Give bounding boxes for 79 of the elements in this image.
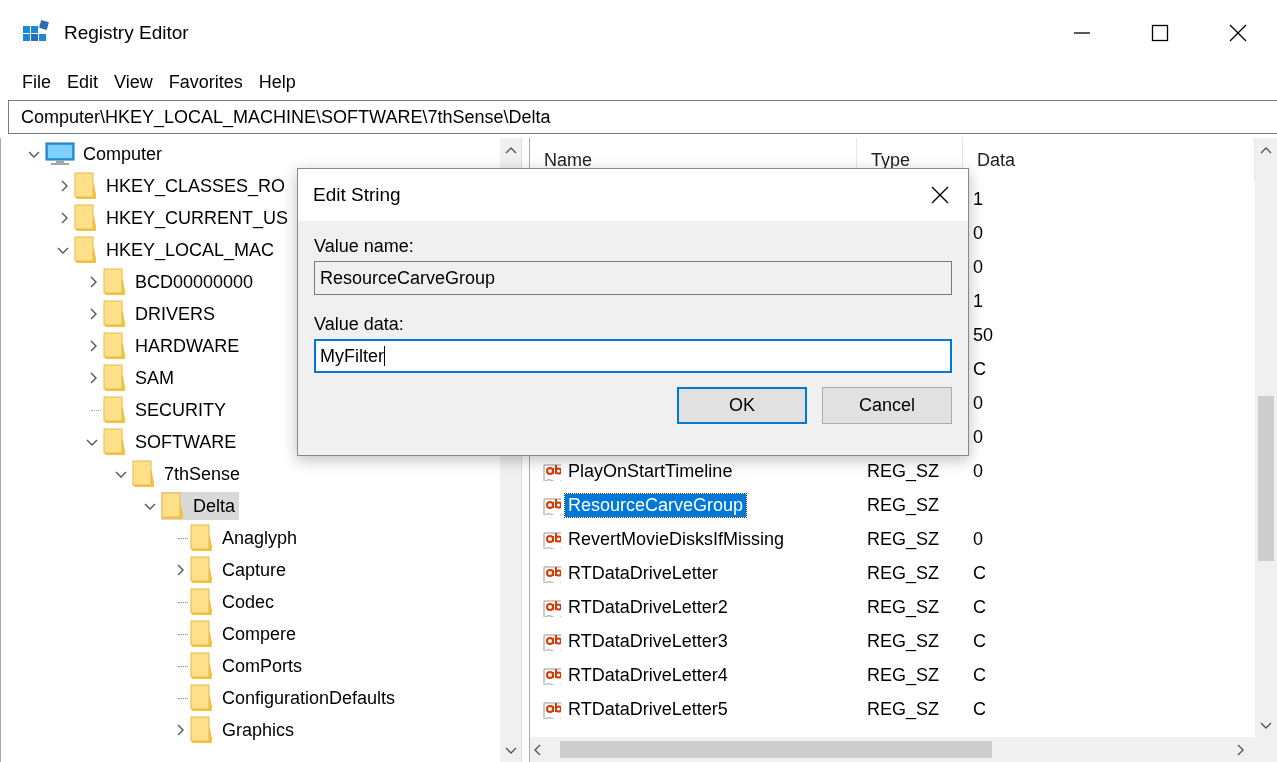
value-name[interactable]: RTDataDriveLetter2 <box>565 595 731 619</box>
string-value-icon <box>542 563 561 583</box>
string-value-icon <box>542 699 561 719</box>
value-type: REG_SZ <box>867 698 940 719</box>
value-data-field[interactable]: MyFilter <box>314 339 952 373</box>
value-name[interactable]: RTDataDriveLetter <box>565 561 721 585</box>
tree-node[interactable]: Computer <box>45 142 167 166</box>
value-data: 0 <box>973 426 983 447</box>
tree-node[interactable]: ComPorts <box>190 652 306 680</box>
tree-node[interactable]: HKEY_CLASSES_RO <box>74 172 290 200</box>
value-name[interactable]: RTDataDriveLetter4 <box>565 663 731 687</box>
tree-node[interactable]: 7thSense <box>132 460 245 488</box>
tree-node[interactable]: HKEY_CURRENT_US <box>74 204 293 232</box>
value-data: C <box>973 562 986 583</box>
close-icon[interactable] <box>1228 23 1248 43</box>
value-data: 0 <box>973 256 983 277</box>
value-data: C <box>973 664 986 685</box>
value-type: REG_SZ <box>867 664 940 685</box>
value-name[interactable]: ResourceCarveGroup <box>565 493 747 517</box>
value-type: REG_SZ <box>867 528 940 549</box>
tree-node[interactable]: ConfigurationDefaults <box>190 684 400 712</box>
value-data: 0 <box>973 528 983 549</box>
string-value-icon <box>542 665 561 685</box>
tree-node[interactable]: SOFTWARE <box>103 428 241 456</box>
vertical-scrollbar[interactable] <box>1255 138 1277 737</box>
value-data: C <box>973 358 986 379</box>
menu-item[interactable]: Help <box>250 71 304 93</box>
value-data: 0 <box>973 392 983 413</box>
tree-node[interactable]: SECURITY <box>103 396 230 424</box>
value-name[interactable]: RTDataDriveLetter3 <box>565 629 731 653</box>
value-data: 0 <box>973 222 983 243</box>
value-data: 1 <box>973 188 983 209</box>
scrollbar-thumb[interactable] <box>1258 396 1274 561</box>
value-data: 0 <box>973 460 983 481</box>
string-value-icon <box>542 529 561 549</box>
maximize-icon[interactable] <box>1150 23 1170 43</box>
menu-item[interactable]: File <box>14 71 59 93</box>
dialog-title: Edit String <box>313 184 401 206</box>
string-value-icon <box>542 631 561 651</box>
value-name[interactable]: RevertMovieDisksIfMissing <box>565 527 788 551</box>
menu-item[interactable]: Edit <box>59 71 107 93</box>
tree-node[interactable]: HKEY_LOCAL_MAC <box>74 236 279 264</box>
field-label: Value name: <box>314 234 415 258</box>
value-data: 1 <box>973 290 983 311</box>
value-name-field[interactable]: ResourceCarveGroup <box>314 261 952 295</box>
value-type: REG_SZ <box>867 630 940 651</box>
value-data: 50 <box>973 324 994 345</box>
value-type: REG_SZ <box>867 562 940 583</box>
value-type: REG_SZ <box>867 596 940 617</box>
value-name[interactable]: PlayOnStartTimeline <box>565 459 736 483</box>
value-data: C <box>973 698 986 719</box>
tree-node[interactable]: DRIVERS <box>103 300 219 328</box>
dialog-button[interactable]: OK <box>677 387 807 424</box>
menu-item[interactable]: Favorites <box>160 71 251 93</box>
tree-node[interactable]: Compere <box>190 620 301 648</box>
field-label: Value data: <box>314 312 405 336</box>
address-bar[interactable]: Computer\HKEY_LOCAL_MACHINE\SOFTWARE\7thSense\Delta <box>8 100 1277 134</box>
string-value-icon <box>542 495 561 515</box>
window-title: Registry Editor <box>64 22 189 44</box>
tree-node[interactable]: Capture <box>190 556 291 584</box>
string-value-icon <box>542 597 561 617</box>
dialog-button[interactable]: Cancel <box>822 387 952 424</box>
tree-node[interactable]: Graphics <box>190 716 299 744</box>
tree-node[interactable]: Delta <box>161 492 240 520</box>
value-name[interactable]: RTDataDriveLetter5 <box>565 697 731 721</box>
value-data: C <box>973 630 986 651</box>
tree-node[interactable]: HARDWARE <box>103 332 244 360</box>
value-type: REG_SZ <box>867 460 940 481</box>
value-type: REG_SZ <box>867 494 940 515</box>
tree-node[interactable]: Codec <box>190 588 279 616</box>
horizontal-scrollbar[interactable] <box>530 737 1277 762</box>
scrollbar-thumb[interactable] <box>560 741 992 758</box>
value-data: C <box>973 596 986 617</box>
close-icon[interactable] <box>930 185 950 205</box>
string-value-icon <box>542 461 561 481</box>
tree-node[interactable]: Anaglyph <box>190 524 302 552</box>
menu-item[interactable]: View <box>106 71 161 93</box>
tree-node[interactable]: SAM <box>103 364 178 392</box>
tree-node[interactable]: BCD00000000 <box>103 268 258 296</box>
